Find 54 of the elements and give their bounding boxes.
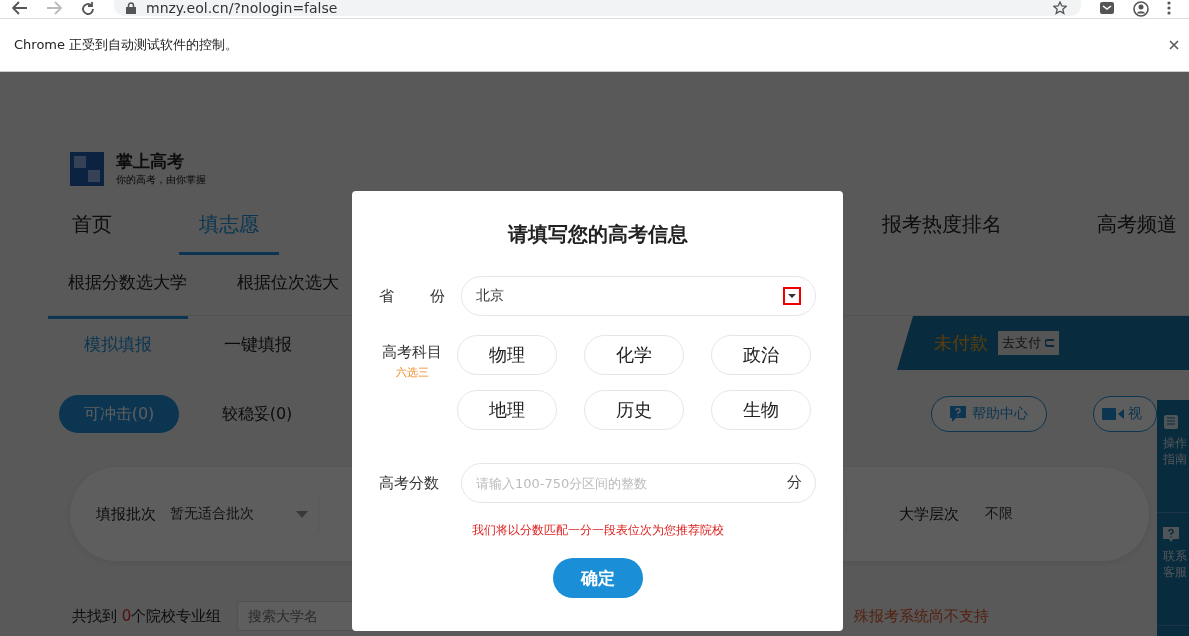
results-count-text: 共找到 0个院校专业组	[72, 606, 222, 626]
site-slogan: 你的高考，由你掌握	[116, 173, 206, 187]
help-center-button[interactable]: 帮助中心	[931, 396, 1047, 432]
back-arrow-icon[interactable]	[12, 1, 28, 15]
filter-label: 填报批次	[96, 504, 156, 524]
nav-tab[interactable]: 首页	[72, 199, 112, 255]
subject-chip[interactable]: 生物	[711, 390, 811, 430]
caret-icon	[783, 287, 801, 305]
logo-icon	[70, 151, 104, 186]
filter-pill[interactable]: 可冲击(0)	[59, 395, 179, 433]
star-icon[interactable]	[1053, 0, 1067, 15]
url-text: mnzy.eol.cn/?nologin=false	[146, 0, 339, 16]
address-bar[interactable]: mnzy.eol.cn/?nologin=false	[114, 0, 1081, 16]
more-menu-icon[interactable]	[1167, 1, 1171, 15]
subject-chip[interactable]: 地理	[457, 390, 557, 430]
filter-label: 大学层次	[899, 504, 959, 524]
caret-icon	[296, 510, 308, 518]
note-text: 我们将以分数匹配一分一段表位次为您推荐院校	[470, 523, 725, 538]
unit-label: 分	[787, 473, 802, 492]
side-panel-item[interactable]: 联系客服	[1157, 513, 1189, 626]
nav-tab[interactable]: 填志愿	[179, 199, 279, 255]
infobar-message: Chrome 正受到自动测试软件的控制。	[14, 36, 239, 54]
hint-text: 六选三	[394, 365, 430, 380]
dropdown-field[interactable]: 不限	[979, 496, 1149, 532]
subject-chip[interactable]: 物理	[457, 335, 557, 375]
mode-tab[interactable]: 模拟填报	[48, 316, 188, 369]
field-label: 省 份	[379, 286, 445, 306]
reload-icon[interactable]	[80, 1, 96, 17]
mode-tab[interactable]: 一键填报	[188, 316, 328, 369]
pay-button[interactable]: 去支付	[998, 331, 1059, 355]
question-bubble-icon	[950, 406, 966, 422]
dropdown-field[interactable]: 暂无适合批次	[164, 496, 319, 532]
field-label: 高考科目	[381, 343, 443, 362]
video-button[interactable]: 视	[1093, 396, 1157, 432]
subject-chip[interactable]: 历史	[584, 390, 684, 430]
subnav-link[interactable]: 根据分数选大学	[68, 271, 187, 294]
video-camera-icon	[1102, 407, 1124, 421]
subject-chip[interactable]: 化学	[584, 335, 684, 375]
dialog-title: 请填写您的高考信息	[506, 221, 689, 248]
site-title: 掌上高考	[116, 150, 185, 173]
payment-status: 未付款	[934, 331, 988, 355]
question-bubble-icon	[1163, 527, 1179, 543]
subject-chip[interactable]: 政治	[711, 335, 811, 375]
notice-text: 殊报考系统尚不支持	[854, 606, 989, 626]
subnav-link[interactable]: 根据位次选大	[237, 271, 339, 294]
confirm-button[interactable]: 确定	[552, 558, 643, 598]
nav-tab[interactable]: 报考热度排名	[882, 199, 1002, 255]
profile-icon[interactable]	[1133, 1, 1149, 17]
lock-icon	[126, 1, 136, 14]
close-icon[interactable]	[1169, 40, 1179, 50]
book-icon	[1163, 414, 1179, 430]
filter-pill[interactable]: 较稳妥(0)	[197, 395, 317, 433]
field-label: 高考分数	[379, 473, 440, 493]
nav-tab[interactable]: 高考频道	[1097, 199, 1177, 255]
